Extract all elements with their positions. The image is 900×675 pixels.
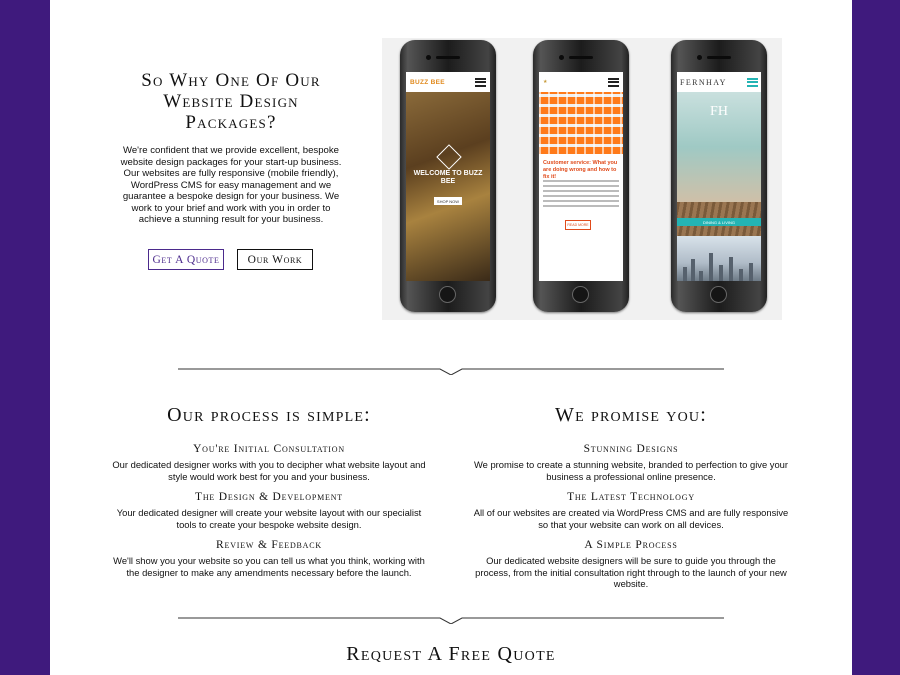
- process-step-heading: The Design & Development: [195, 491, 343, 503]
- phone-screen: ★ Customer service: What you are doing w…: [539, 72, 623, 281]
- section-divider: [178, 617, 724, 624]
- home-button-icon: [439, 286, 456, 303]
- menu-icon: [747, 77, 758, 87]
- process-step-text: Your dedicated designer will create your…: [116, 507, 422, 530]
- hexagon-icon: [436, 144, 462, 170]
- phone-mockup-fernhay: FERNHAY FH DINING & LIVING: [671, 40, 767, 312]
- section-divider: [178, 368, 724, 375]
- promise-column: We promise you: Stunning Designs We prom…: [471, 404, 791, 598]
- process-step-text: We'll show you your website so you can t…: [113, 555, 425, 578]
- chairs-image: [539, 92, 623, 154]
- promise-item-text: Our dedicated website designers will be …: [475, 555, 787, 589]
- hero-description: We're confident that we provide excellen…: [120, 145, 342, 225]
- read-more-label: READ MORE: [565, 220, 591, 230]
- promise-item-text: All of our websites are created via Word…: [473, 507, 789, 530]
- promise-item-heading: A Simple Process: [584, 539, 678, 551]
- promise-item-heading: Stunning Designs: [583, 443, 679, 455]
- welcome-text: WELCOME TO BUZZ BEE: [413, 170, 483, 185]
- phone-mockup-buzz-bee: BUZZ BEE WELCOME TO BUZZ BEE SHOP NOW: [400, 40, 496, 312]
- buzz-bee-logo: BUZZ BEE: [410, 78, 445, 86]
- fh-monogram: FH: [710, 104, 728, 119]
- process-step-text: Our dedicated designer works with you to…: [112, 459, 426, 482]
- fernhay-logo: FERNHAY: [680, 77, 727, 87]
- logo-icon: ★: [543, 79, 548, 85]
- article-text-lines: [543, 180, 619, 210]
- home-button-icon: [572, 286, 589, 303]
- shop-now-label: SHOP NOW: [434, 197, 462, 205]
- request-quote-title: Request A Free Quote: [346, 643, 556, 665]
- menu-icon: [608, 77, 619, 87]
- phone-mockups-image: BUZZ BEE WELCOME TO BUZZ BEE SHOP NOW ★: [382, 38, 782, 320]
- promise-title: We promise you:: [555, 404, 707, 426]
- process-step-heading: You're Initial Consultation: [193, 443, 345, 455]
- article-heading: Customer service: What you are doing wro…: [543, 160, 618, 180]
- menu-icon: [475, 77, 486, 87]
- hero-title: So Why One Of Our Website Design Package…: [141, 70, 321, 133]
- process-step-heading: Review & Feedback: [216, 539, 322, 551]
- home-button-icon: [710, 286, 727, 303]
- phone-screen: BUZZ BEE WELCOME TO BUZZ BEE SHOP NOW: [406, 72, 490, 281]
- get-a-quote-button[interactable]: Get A Quote: [148, 249, 224, 270]
- dining-bar: DINING & LIVING: [677, 218, 761, 226]
- process-title: Our process is simple:: [167, 404, 371, 426]
- hero-image: FH: [677, 92, 761, 202]
- phone-screen: FERNHAY FH DINING & LIVING: [677, 72, 761, 281]
- phone-mockup-orange: ★ Customer service: What you are doing w…: [533, 40, 629, 312]
- our-work-button[interactable]: Our Work: [237, 249, 313, 270]
- page-content: So Why One Of Our Website Design Package…: [50, 0, 852, 675]
- promise-item-text: We promise to create a stunning website,…: [473, 459, 789, 482]
- city-image: [677, 236, 761, 281]
- process-column: Our process is simple: You're Initial Co…: [109, 404, 429, 586]
- promise-item-heading: The Latest Technology: [567, 491, 695, 503]
